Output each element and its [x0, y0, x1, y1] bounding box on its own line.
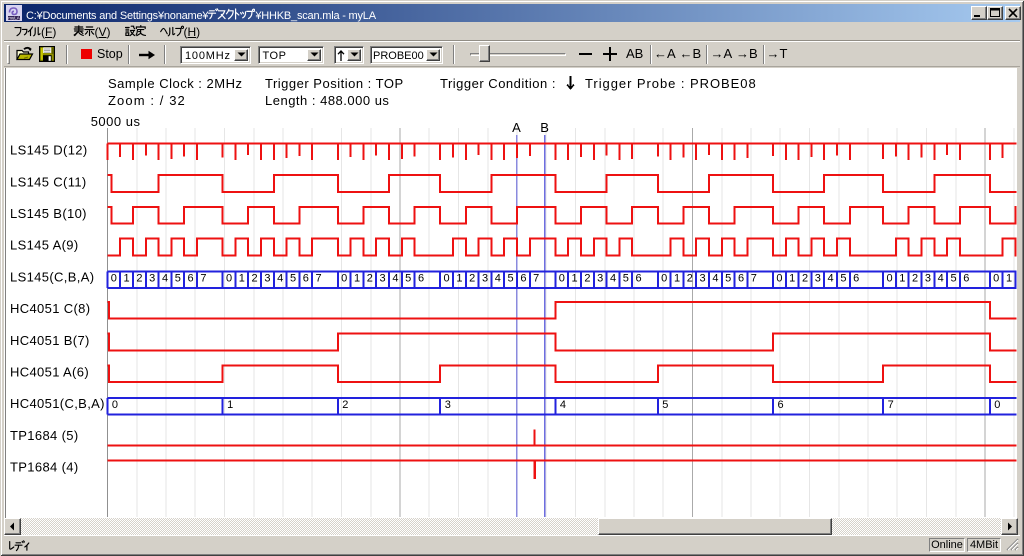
svg-text:0: 0 — [994, 399, 1000, 411]
svg-text:Trigger Probe : PROBE08: Trigger Probe : PROBE08 — [585, 76, 757, 91]
svg-text:6: 6 — [303, 272, 309, 284]
svg-text:2: 2 — [367, 272, 373, 284]
svg-text:6: 6 — [738, 272, 744, 284]
svg-text:5: 5 — [623, 272, 629, 284]
svg-text:4: 4 — [392, 272, 398, 284]
svg-text:5000 us: 5000 us — [91, 114, 141, 129]
svg-text:1: 1 — [674, 272, 680, 284]
svg-text:B: B — [540, 120, 549, 135]
svg-text:0: 0 — [112, 399, 118, 411]
svg-text:1: 1 — [227, 399, 233, 411]
svg-text:5: 5 — [840, 272, 846, 284]
svg-text:1: 1 — [354, 272, 360, 284]
svg-text:7: 7 — [316, 272, 322, 284]
svg-text:0: 0 — [341, 272, 347, 284]
svg-text:5: 5 — [175, 272, 181, 284]
svg-text:HC4051 B(7): HC4051 B(7) — [10, 333, 90, 348]
svg-text:4: 4 — [277, 272, 283, 284]
svg-text:4: 4 — [162, 272, 168, 284]
svg-text:0: 0 — [776, 272, 782, 284]
svg-text:0: 0 — [559, 272, 565, 284]
svg-text:7: 7 — [533, 272, 539, 284]
svg-text:5: 5 — [950, 272, 956, 284]
svg-text:5: 5 — [290, 272, 296, 284]
svg-text:7: 7 — [200, 272, 206, 284]
svg-text:LS145 C(11): LS145 C(11) — [10, 174, 87, 189]
svg-text:0: 0 — [993, 272, 999, 284]
svg-text:4: 4 — [938, 272, 944, 284]
svg-text:HC4051 C(8): HC4051 C(8) — [10, 301, 90, 316]
svg-text:2: 2 — [687, 272, 693, 284]
svg-text:3: 3 — [445, 399, 451, 411]
svg-text:0: 0 — [661, 272, 667, 284]
svg-text:4: 4 — [495, 272, 501, 284]
svg-text:5: 5 — [725, 272, 731, 284]
svg-text:6: 6 — [778, 399, 784, 411]
svg-text:5: 5 — [405, 272, 411, 284]
svg-text:LS145(C,B,A): LS145(C,B,A) — [10, 269, 94, 284]
svg-text:3: 3 — [264, 272, 270, 284]
svg-text:3: 3 — [380, 272, 386, 284]
svg-text:4: 4 — [828, 272, 834, 284]
svg-text:6: 6 — [636, 272, 642, 284]
svg-text:4: 4 — [560, 399, 566, 411]
svg-text:0: 0 — [886, 272, 892, 284]
svg-text:1: 1 — [239, 272, 245, 284]
svg-text:2: 2 — [469, 272, 475, 284]
svg-text:1: 1 — [789, 272, 795, 284]
svg-text:1: 1 — [456, 272, 462, 284]
svg-text:3: 3 — [815, 272, 821, 284]
svg-text:1: 1 — [572, 272, 578, 284]
svg-text:TP1684 (4): TP1684 (4) — [10, 460, 79, 475]
svg-text:TP1684 (5): TP1684 (5) — [10, 428, 79, 443]
svg-text:LS145 A(9): LS145 A(9) — [10, 238, 79, 253]
svg-text:0: 0 — [444, 272, 450, 284]
svg-text:Sample Clock : 2MHz: Sample Clock : 2MHz — [108, 76, 242, 91]
svg-text:3: 3 — [700, 272, 706, 284]
svg-text:6: 6 — [853, 272, 859, 284]
svg-text:3: 3 — [597, 272, 603, 284]
svg-text:2: 2 — [912, 272, 918, 284]
svg-text:6: 6 — [963, 272, 969, 284]
svg-text:2: 2 — [342, 399, 348, 411]
svg-text:7: 7 — [888, 399, 894, 411]
svg-text:7: 7 — [751, 272, 757, 284]
svg-text:LS145 B(10): LS145 B(10) — [10, 206, 87, 221]
svg-text:HC4051(C,B,A): HC4051(C,B,A) — [10, 396, 105, 411]
svg-text:2: 2 — [802, 272, 808, 284]
svg-text:Length : 488.000 us: Length : 488.000 us — [265, 93, 389, 108]
svg-text:3: 3 — [149, 272, 155, 284]
svg-text:5: 5 — [662, 399, 668, 411]
svg-text:4: 4 — [712, 272, 718, 284]
svg-text:3: 3 — [482, 272, 488, 284]
svg-text:6: 6 — [520, 272, 526, 284]
svg-text:Trigger Condition :: Trigger Condition : — [440, 76, 556, 91]
svg-text:1: 1 — [899, 272, 905, 284]
svg-text:0: 0 — [111, 272, 117, 284]
svg-text:5: 5 — [508, 272, 514, 284]
svg-text:HC4051 A(6): HC4051 A(6) — [10, 365, 89, 380]
svg-text:A: A — [512, 120, 521, 135]
svg-text:4: 4 — [610, 272, 616, 284]
svg-text:myLA: myLA — [8, 16, 20, 21]
svg-text:Zoom : / 32: Zoom : / 32 — [108, 93, 186, 108]
svg-text:2: 2 — [584, 272, 590, 284]
svg-text:1: 1 — [124, 272, 130, 284]
svg-text:LS145 D(12): LS145 D(12) — [10, 143, 88, 158]
svg-text:1: 1 — [1006, 272, 1012, 284]
svg-text:3: 3 — [925, 272, 931, 284]
svg-text:0: 0 — [226, 272, 232, 284]
svg-text:6: 6 — [418, 272, 424, 284]
svg-text:6: 6 — [188, 272, 194, 284]
svg-text:Trigger Position : TOP: Trigger Position : TOP — [265, 76, 404, 91]
svg-text:2: 2 — [136, 272, 142, 284]
svg-text:2: 2 — [252, 272, 258, 284]
